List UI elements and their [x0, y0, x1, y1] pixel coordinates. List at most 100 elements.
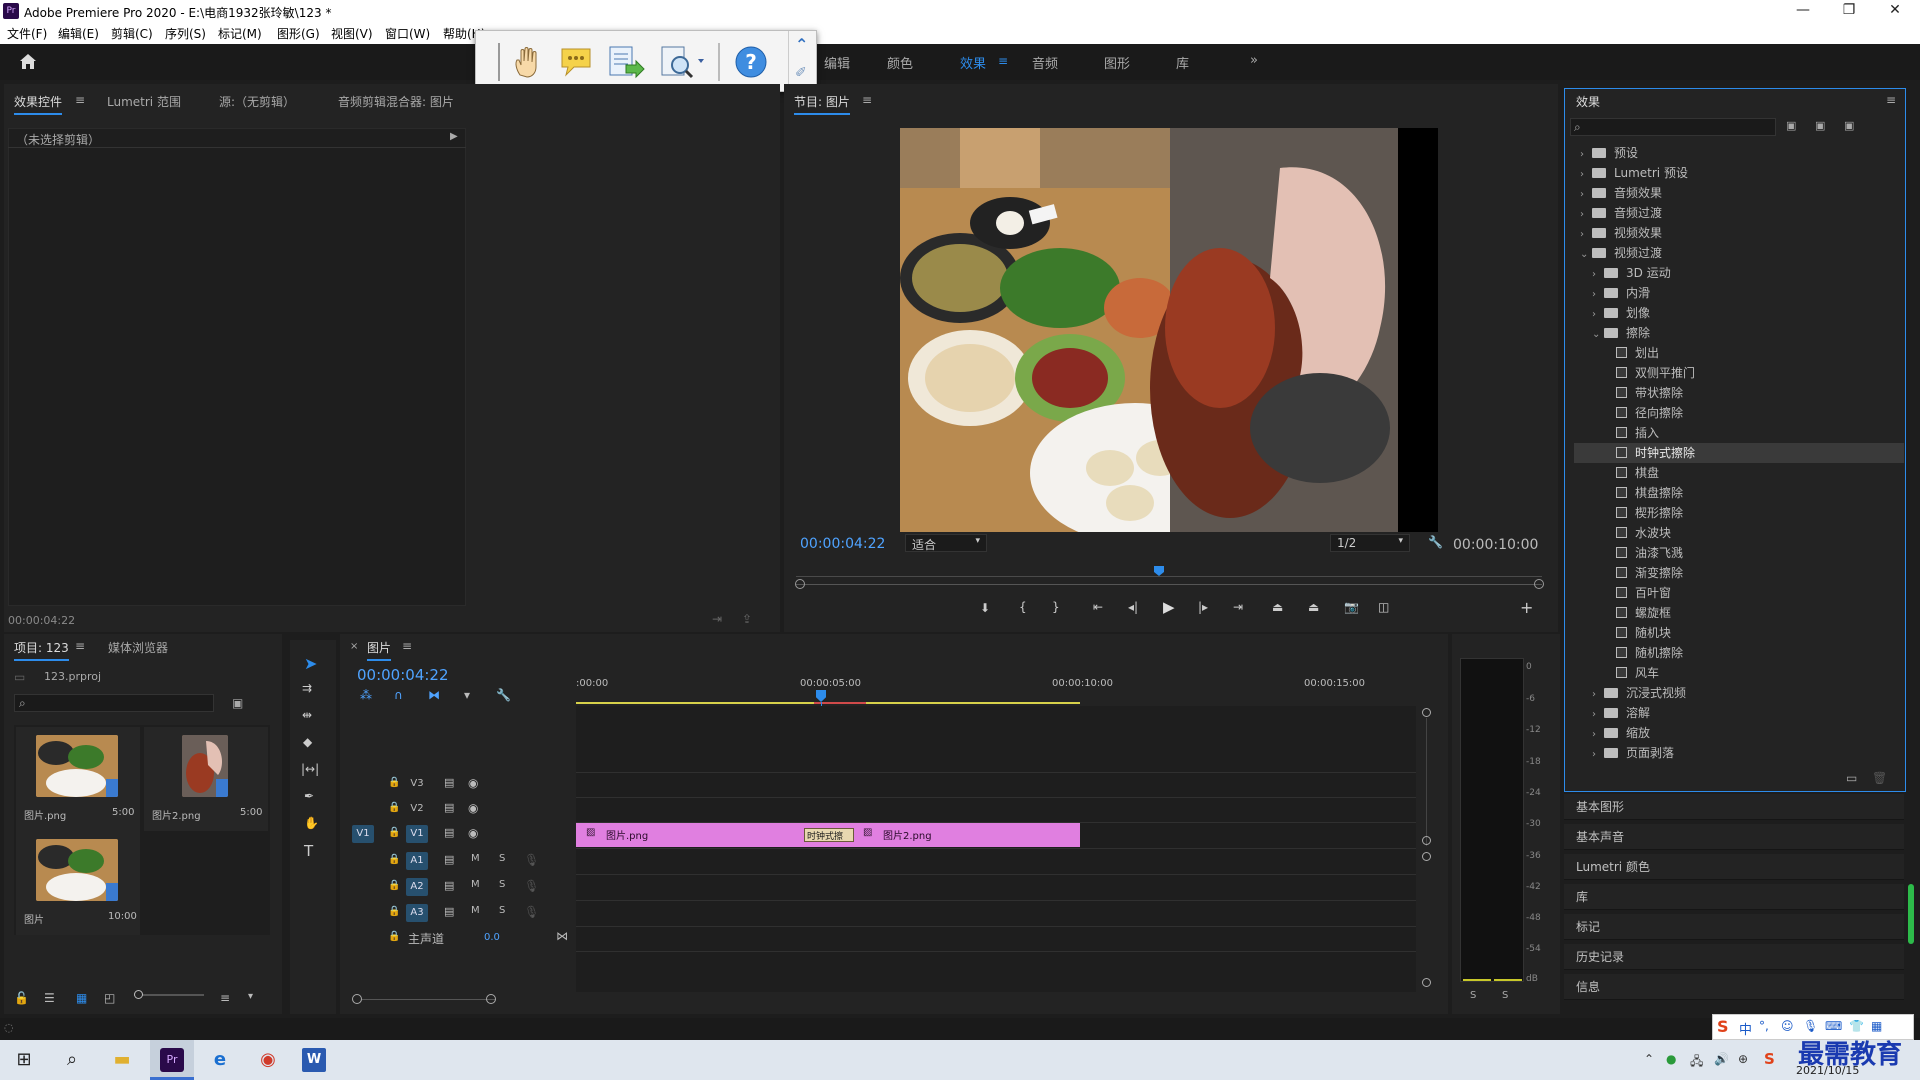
master-collapse-icon[interactable]: ⋈ — [556, 929, 568, 943]
workspace-overflow-icon[interactable]: » — [1250, 53, 1258, 68]
panel-essential-sound[interactable]: 基本声音 — [1564, 824, 1904, 850]
project-item[interactable]: 图片2.png 5:00 — [144, 727, 268, 831]
solo-button[interactable]: S — [499, 879, 505, 890]
chrome-icon[interactable]: ◉ — [252, 1044, 284, 1076]
workspace-effects-menu-icon[interactable]: ≡ — [998, 54, 1008, 68]
sequence-menu-icon[interactable]: ≡ — [402, 639, 412, 653]
tab-media-browser[interactable]: 媒体浏览器 — [108, 639, 168, 656]
tab-effect-controls[interactable]: 效果控件 — [14, 93, 63, 115]
menu-edit[interactable]: 编辑(E) — [58, 25, 99, 42]
track-select-tool-icon[interactable]: ⇉ — [302, 681, 312, 695]
chevron-right-icon[interactable]: › — [1592, 265, 1604, 285]
effects-item[interactable]: 楔形擦除 — [1574, 503, 1904, 523]
effects-folder[interactable]: › 3D 运动 — [1574, 263, 1904, 283]
linked-selection-icon[interactable]: ⧓ — [428, 688, 440, 702]
export-doc-icon[interactable] — [606, 43, 646, 81]
help-icon[interactable]: ? — [734, 45, 768, 79]
add-marker-icon[interactable]: ⬇ — [980, 601, 990, 615]
chevron-right-icon[interactable]: › — [1592, 705, 1604, 725]
timeline-settings-icon[interactable]: 🔧 — [496, 688, 511, 702]
effects-folder[interactable]: › Lumetri 预设 — [1574, 163, 1904, 183]
lock-track-icon[interactable]: 🔒 — [388, 854, 400, 865]
effects-item[interactable]: 双侧平推门 — [1574, 363, 1904, 383]
tab-program[interactable]: 节目: 图片 — [794, 93, 850, 115]
zoom-handle-right[interactable] — [1534, 579, 1544, 589]
lock-track-icon[interactable]: 🔒 — [388, 827, 400, 838]
word-icon[interactable]: W — [302, 1048, 326, 1072]
ime-tray-icon[interactable]: ⊕ — [1738, 1052, 1748, 1066]
effects-item[interactable]: 划出 — [1574, 343, 1904, 363]
toolbar-grip[interactable] — [498, 43, 500, 81]
volume-icon[interactable]: 🔊 — [1714, 1052, 1729, 1066]
export-frame-camera-icon[interactable]: 📷 — [1344, 600, 1359, 614]
start-icon[interactable]: ⊞ — [8, 1044, 40, 1076]
chevron-right-icon[interactable]: › — [1580, 225, 1592, 245]
tab-menu-icon[interactable]: ≡ — [75, 93, 85, 107]
zoom-doc-icon[interactable] — [658, 43, 706, 81]
timeline-vertical-scrollbar[interactable] — [1422, 708, 1432, 987]
zoom-slider-handle[interactable] — [134, 990, 143, 999]
effects-item[interactable]: 随机块 — [1574, 623, 1904, 643]
new-bin-icon[interactable]: ▭ — [1846, 771, 1857, 785]
track-sync-icon[interactable]: ▤ — [444, 879, 454, 892]
lift-icon[interactable]: ⏏ — [1272, 600, 1283, 614]
snap-icon[interactable]: ∩ — [394, 688, 403, 702]
effects-folder[interactable]: ⌄ 擦除 — [1574, 323, 1904, 343]
mute-button[interactable]: M — [471, 853, 480, 864]
tab-lumetri-scopes[interactable]: Lumetri 范围 — [107, 93, 181, 110]
sogou-logo-icon[interactable]: S — [1717, 1017, 1729, 1036]
project-search-input[interactable]: ⌕ — [14, 694, 214, 712]
delete-icon[interactable]: 🗑 — [1872, 771, 1887, 785]
chevron-down-icon[interactable]: ⌄ — [1580, 245, 1592, 265]
comment-icon[interactable] — [558, 45, 594, 79]
pen-tool-icon[interactable]: ✒ — [304, 789, 314, 803]
skin-icon[interactable]: 👕 — [1849, 1019, 1864, 1033]
tray-chevron-icon[interactable]: ⌃ — [1644, 1052, 1654, 1066]
workspace-audio[interactable]: 音频 — [1032, 53, 1058, 72]
hand-tool-icon[interactable]: ✋ — [304, 816, 319, 830]
timeline-marker-icon[interactable]: ▾ — [464, 688, 470, 702]
track-name-v1[interactable]: V1 — [406, 825, 428, 843]
nest-icon[interactable]: ⁂ — [360, 688, 372, 702]
solo-button[interactable]: S — [499, 853, 505, 864]
effects-item[interactable]: 水波块 — [1574, 523, 1904, 543]
menu-window[interactable]: 窗口(W) — [385, 25, 430, 42]
track-eye-icon[interactable]: ◉ — [468, 801, 478, 815]
track-sync-icon[interactable]: ▤ — [444, 905, 454, 918]
chevron-right-icon[interactable]: › — [1580, 145, 1592, 165]
program-playhead-timecode[interactable]: 00:00:04:22 — [800, 536, 885, 552]
panel-lumetri-color[interactable]: Lumetri 颜色 — [1564, 854, 1904, 880]
track-sync-icon[interactable]: ▤ — [444, 826, 454, 839]
program-time-ruler[interactable] — [796, 566, 1542, 578]
collapse-up-icon[interactable]: ⌃ — [795, 35, 808, 54]
tab-source[interactable]: 源:（无剪辑） — [219, 93, 295, 110]
transition-clock-wipe[interactable]: 时钟式擦 — [804, 828, 854, 842]
effects-item[interactable]: 风车 — [1574, 663, 1904, 683]
timeline-ruler[interactable]: :00:00 00:00:05:00 00:00:10:00 00:00:15:… — [576, 672, 1416, 706]
clip-image2[interactable]: ▨ 图片2.png — [828, 823, 1080, 847]
sort-icon[interactable]: ≡ — [220, 991, 230, 1005]
effects-folder[interactable]: › 预设 — [1574, 143, 1904, 163]
chevron-right-icon[interactable]: › — [1580, 205, 1592, 225]
meter-solo-button[interactable]: S — [1502, 990, 1508, 1001]
effects-folder[interactable]: › 音频效果 — [1574, 183, 1904, 203]
effects-folder[interactable]: › 音频过渡 — [1574, 203, 1904, 223]
panel-libraries[interactable]: 库 — [1564, 884, 1904, 910]
pin-icon[interactable]: ✐ — [795, 65, 807, 81]
toolbox-icon[interactable]: ▦ — [1871, 1019, 1882, 1033]
panel-history[interactable]: 历史记录 — [1564, 944, 1904, 970]
effects-item[interactable]: 百叶窗 — [1574, 583, 1904, 603]
wrench-icon[interactable]: 🔧 — [1428, 535, 1443, 549]
accelerated-effects-icon[interactable]: ▣ — [1786, 119, 1796, 132]
menu-clip[interactable]: 剪辑(C) — [111, 25, 153, 42]
mark-out-icon[interactable]: } — [1052, 600, 1060, 614]
side-scroll-indicator[interactable] — [1908, 884, 1914, 944]
lock-track-icon[interactable]: 🔒 — [388, 880, 400, 891]
track-name-a2[interactable]: A2 — [406, 878, 428, 896]
edge-icon[interactable]: e — [204, 1044, 236, 1076]
lock-track-icon[interactable]: 🔒 — [388, 906, 400, 917]
chevron-right-icon[interactable]: › — [1592, 725, 1604, 745]
restore-button[interactable]: ❐ — [1826, 0, 1872, 22]
panel-essential-graphics[interactable]: 基本图形 — [1564, 794, 1904, 820]
compare-view-icon[interactable]: ◫ — [1378, 600, 1389, 614]
